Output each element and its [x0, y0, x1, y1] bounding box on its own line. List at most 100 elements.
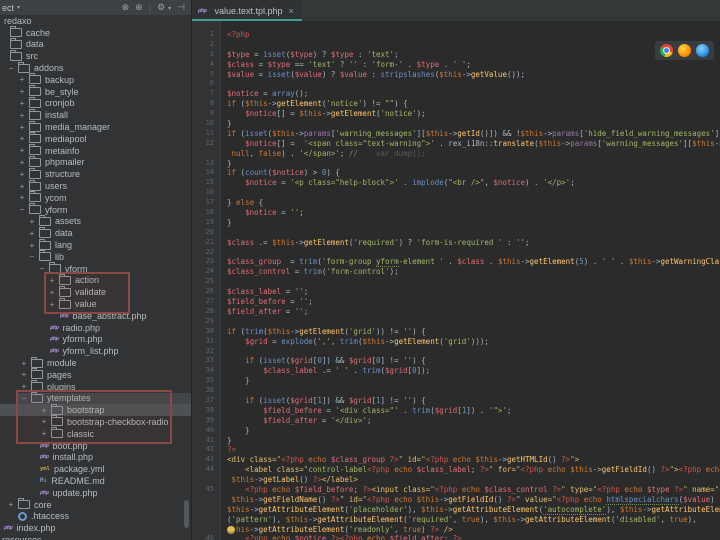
code-editor[interactable]: 1<?php23$type = isset($type) ? $type : '… — [192, 21, 720, 540]
tree-row[interactable]: +validate — [0, 286, 191, 298]
line-number[interactable] — [192, 515, 220, 525]
line-number[interactable]: 17 — [192, 198, 220, 208]
line-number[interactable]: 35 — [192, 376, 220, 386]
tree-row[interactable]: +plugins — [0, 381, 191, 393]
line-number[interactable]: 8 — [192, 99, 220, 109]
code-line[interactable]: 34 $class_label .= ' ' . trim($grid[0]); — [192, 366, 720, 376]
line-number[interactable]: 41 — [192, 436, 220, 446]
code-line[interactable]: 31 $grid = explode(',', trim($this->getE… — [192, 337, 720, 347]
line-number[interactable]: 21 — [192, 238, 220, 248]
code-line[interactable]: 45 <?php echo $field_before; ?><input cl… — [192, 485, 720, 495]
line-number[interactable]: 6 — [192, 79, 220, 89]
tab-value-text-tpl-php[interactable]: php value.text.tpl.php × — [192, 0, 302, 21]
code-line[interactable]: 19} — [192, 218, 720, 228]
line-number[interactable]: 7 — [192, 89, 220, 99]
line-number[interactable]: 32 — [192, 347, 220, 357]
expand-toggle-icon[interactable]: + — [7, 500, 15, 509]
code-line[interactable]: 46 <?php echo $notice ?><?php echo $fiel… — [192, 534, 720, 540]
tree-row[interactable]: phpbase_abstract.php — [0, 310, 191, 322]
line-number[interactable] — [192, 505, 220, 515]
collapse-toggle-icon[interactable]: − — [18, 205, 26, 214]
tree-row[interactable]: M↓README.md — [0, 475, 191, 487]
code-line[interactable]: 22 — [192, 248, 720, 258]
line-number[interactable] — [192, 525, 220, 535]
code-line[interactable]: 18 $notice = ''; — [192, 208, 720, 218]
tree-row[interactable]: −yform — [0, 204, 191, 216]
code-line[interactable]: ('pattern'), $this->getAttributeElement(… — [192, 515, 720, 525]
code-line[interactable]: 16 — [192, 188, 720, 198]
code-line[interactable]: 25 — [192, 277, 720, 287]
line-number[interactable]: 34 — [192, 366, 220, 376]
code-line[interactable]: 17} else { — [192, 198, 720, 208]
tree-row[interactable]: data — [0, 39, 191, 51]
code-line[interactable]: 1<?php — [192, 30, 720, 40]
expand-toggle-icon[interactable]: + — [18, 170, 26, 179]
tree-row[interactable]: +value — [0, 298, 191, 310]
code-line[interactable]: null, false) . '</span>'; // var_dump(); — [192, 149, 720, 159]
code-line[interactable]: 23$class_group = trim('form-group yform-… — [192, 257, 720, 267]
code-line[interactable]: 15 $notice = '<p class="help-block">' . … — [192, 178, 720, 188]
expand-toggle-icon[interactable]: + — [18, 146, 26, 155]
line-number[interactable]: 5 — [192, 70, 220, 80]
code-line[interactable]: $this->getLabel() ?></label> — [192, 475, 720, 485]
tree-row[interactable]: phpradio.php — [0, 322, 191, 334]
tree-row[interactable]: phpinstall.php — [0, 451, 191, 463]
line-number[interactable]: 10 — [192, 119, 220, 129]
code-line[interactable]: 8if ($this->getElement('notice') != "") … — [192, 99, 720, 109]
tree-row[interactable]: phpupdate.php — [0, 487, 191, 499]
expand-toggle-icon[interactable]: + — [40, 417, 48, 426]
tree-row[interactable]: +core — [0, 499, 191, 511]
code-line[interactable]: 3$type = isset($type) ? $type : 'text'; — [192, 50, 720, 60]
tree-row[interactable]: +be_style — [0, 86, 191, 98]
expand-toggle-icon[interactable]: + — [18, 99, 26, 108]
expand-toggle-icon[interactable]: + — [28, 229, 36, 238]
line-number[interactable]: 22 — [192, 248, 220, 258]
line-number[interactable]: 15 — [192, 178, 220, 188]
code-line[interactable]: 10} — [192, 119, 720, 129]
tree-row[interactable]: −ytemplates — [0, 393, 191, 405]
intention-bulb-icon[interactable] — [227, 526, 235, 534]
tree-row[interactable]: +structure — [0, 168, 191, 180]
line-number[interactable]: 2 — [192, 40, 220, 50]
tree-row[interactable]: src — [0, 50, 191, 62]
line-number[interactable]: 33 — [192, 356, 220, 366]
expand-toggle-icon[interactable]: + — [48, 276, 56, 285]
line-number[interactable]: 36 — [192, 386, 220, 396]
line-number[interactable]: 1 — [192, 30, 220, 40]
code-line[interactable]: 36 — [192, 386, 720, 396]
code-line[interactable]: 42?> — [192, 445, 720, 455]
code-line[interactable]: $this->getAttributeElement('placeholder'… — [192, 505, 720, 515]
line-number[interactable]: 20 — [192, 228, 220, 238]
expand-toggle-icon[interactable]: + — [18, 87, 26, 96]
expand-toggle-icon[interactable]: + — [40, 406, 48, 415]
expand-toggle-icon[interactable]: + — [28, 241, 36, 250]
expand-toggle-icon[interactable]: + — [18, 182, 26, 191]
line-number[interactable]: 26 — [192, 287, 220, 297]
line-number[interactable] — [192, 495, 220, 505]
tree-row[interactable]: phpyform.php — [0, 334, 191, 346]
expand-toggle-icon[interactable]: + — [20, 382, 28, 391]
tree-row[interactable]: +action — [0, 275, 191, 287]
tree-row[interactable]: +metainfo — [0, 145, 191, 157]
expand-toggle-icon[interactable]: + — [20, 359, 28, 368]
tree-row[interactable]: +users — [0, 180, 191, 192]
line-number[interactable]: 39 — [192, 416, 220, 426]
line-number[interactable]: 3 — [192, 50, 220, 60]
line-number[interactable]: 16 — [192, 188, 220, 198]
code-line[interactable]: $this->getFieldName() ?>" id="<?php echo… — [192, 495, 720, 505]
expand-toggle-icon[interactable]: + — [18, 123, 26, 132]
expand-toggle-icon[interactable]: + — [18, 134, 26, 143]
expand-toggle-icon[interactable]: + — [18, 193, 26, 202]
tree-row[interactable]: +cronjob — [0, 98, 191, 110]
code-line[interactable]: 12 $notice[] = '<span class="text-warnin… — [192, 139, 720, 149]
code-line[interactable]: 35 } — [192, 376, 720, 386]
line-number[interactable]: 23 — [192, 257, 220, 267]
code-line[interactable]: 4$class = $type == 'text' ? '' : 'form-'… — [192, 60, 720, 70]
expand-toggle-icon[interactable]: + — [48, 288, 56, 297]
code-line[interactable]: 7$notice = array(); — [192, 89, 720, 99]
line-number[interactable]: 28 — [192, 307, 220, 317]
collapse-toggle-icon[interactable]: − — [28, 252, 36, 261]
line-number[interactable]: 14 — [192, 168, 220, 178]
locate-file-icon[interactable]: ⊕ — [135, 2, 143, 13]
tree-row[interactable]: +lang — [0, 239, 191, 251]
